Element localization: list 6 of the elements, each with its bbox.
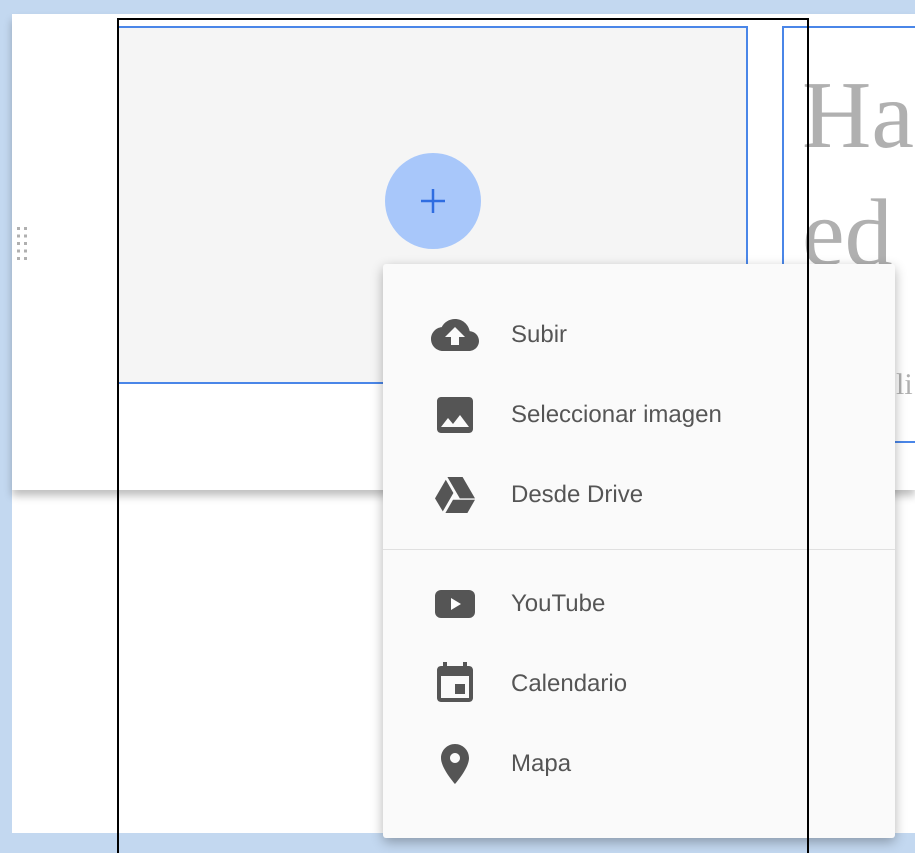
drag-handle-icon[interactable]: [16, 226, 28, 262]
menu-item[interactable]: Mapa: [383, 724, 895, 804]
menu-item[interactable]: Desde Drive: [383, 455, 895, 535]
menu-item[interactable]: YouTube: [383, 564, 895, 644]
body-text: li: [896, 367, 913, 403]
menu-item[interactable]: Calendario: [383, 644, 895, 724]
